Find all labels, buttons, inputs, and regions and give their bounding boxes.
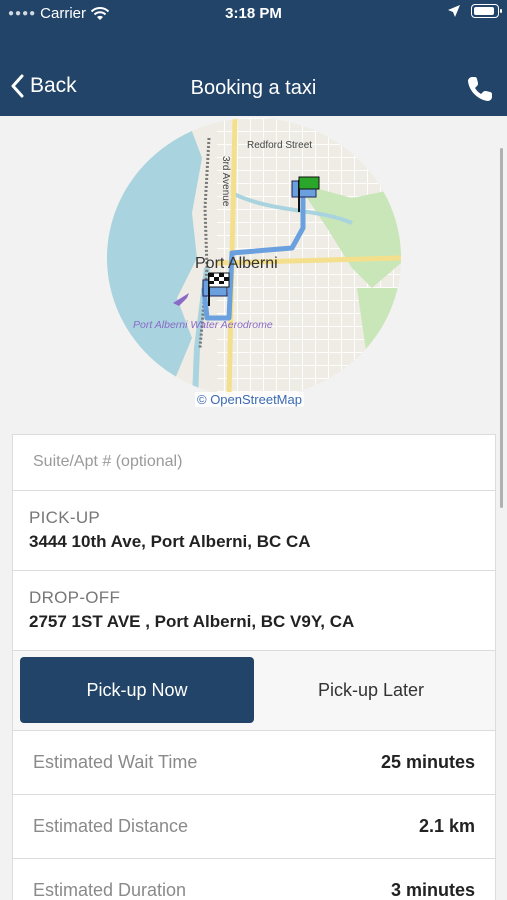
status-time: 3:18 PM [225, 5, 282, 22]
map-label-aerodrome: Port Alberni Water Aerodrome [133, 319, 273, 331]
phone-button[interactable] [465, 74, 495, 104]
info-row-distance: Estimated Distance 2.1 km [13, 795, 495, 859]
pickup-later-button[interactable]: Pick-up Later [254, 657, 488, 723]
dropoff-address: 2757 1ST AVE , Port Alberni, BC V9Y, CA [29, 612, 355, 631]
info-label: Estimated Duration [33, 880, 187, 900]
suite-row [13, 435, 495, 491]
battery-icon [471, 4, 502, 18]
route-map[interactable]: Redford Street 3rd Avenue Port Alberni P… [107, 118, 401, 407]
info-value: 2.1 km [418, 816, 475, 836]
booking-form: PICK-UP 3444 10th Ave, Port Alberni, BC … [12, 434, 496, 900]
info-label: Estimated Distance [33, 816, 189, 836]
info-value: 25 minutes [380, 752, 475, 772]
info-row-wait: Estimated Wait Time 25 minutes [13, 731, 495, 795]
map-label-town: Port Alberni [195, 255, 278, 272]
pickup-label: PICK-UP [29, 508, 101, 527]
pickup-row[interactable]: PICK-UP 3444 10th Ave, Port Alberni, BC … [13, 491, 495, 571]
info-value: 3 minutes [390, 880, 475, 900]
header: ●●●● Carrier 3:18 PM Back Booking a taxi [0, 0, 507, 116]
map-graphic: Redford Street 3rd Avenue Port Alberni P… [107, 118, 401, 398]
phone-icon [468, 77, 492, 101]
map-label-street: Redford Street [247, 140, 312, 151]
page-title: Booking a taxi [190, 77, 317, 99]
status-bar: ●●●● Carrier 3:18 PM [0, 0, 507, 28]
pickup-time-toggle: Pick-up Now Pick-up Later [13, 651, 495, 731]
suite-apt-input[interactable] [33, 453, 473, 471]
nav-bar: Back Booking a taxi [0, 64, 507, 114]
pickup-address: 3444 10th Ave, Port Alberni, BC CA [29, 532, 311, 551]
map-view[interactable]: Redford Street 3rd Avenue Port Alberni P… [107, 118, 401, 398]
map-attribution[interactable]: © OpenStreetMap [195, 392, 304, 407]
status-right [447, 4, 502, 18]
map-label-avenue: 3rd Avenue [220, 156, 231, 207]
location-arrow-icon [448, 5, 460, 17]
scrollbar[interactable] [500, 148, 503, 508]
pickup-now-button[interactable]: Pick-up Now [20, 657, 254, 723]
dropoff-row[interactable]: DROP-OFF 2757 1ST AVE , Port Alberni, BC… [13, 571, 495, 651]
dropoff-label: DROP-OFF [29, 588, 121, 607]
info-row-duration: Estimated Duration 3 minutes [13, 859, 495, 900]
info-label: Estimated Wait Time [33, 752, 198, 772]
